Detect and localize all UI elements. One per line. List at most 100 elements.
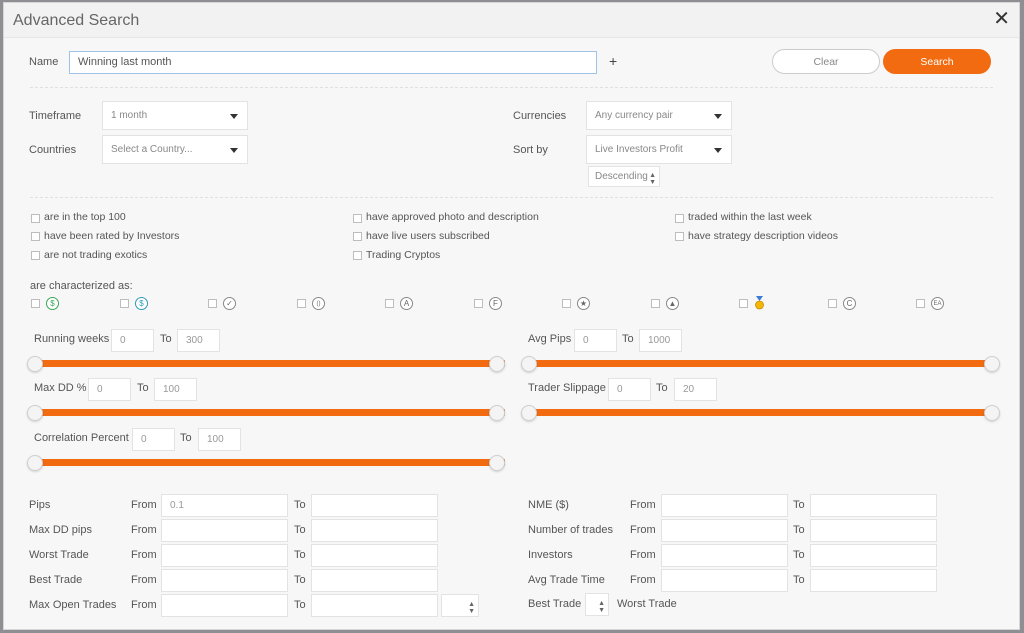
characterized-checkbox[interactable] — [916, 299, 925, 308]
trader-slippage-max-handle[interactable] — [984, 405, 1000, 421]
trader-slippage-min-handle[interactable] — [521, 405, 537, 421]
best-trade-to-input[interactable] — [311, 569, 438, 592]
max-dd-max-handle[interactable] — [489, 405, 505, 421]
nme-to-input[interactable] — [810, 494, 937, 517]
pips-to-input[interactable] — [311, 494, 438, 517]
max-open-trades-to-input[interactable] — [311, 594, 438, 617]
currencies-select[interactable]: Any currency pair — [586, 101, 732, 130]
characterized-checkbox[interactable] — [31, 299, 40, 308]
letter-a-badge-icon: A — [400, 297, 413, 310]
max-dd-pips-from-input[interactable] — [161, 519, 288, 542]
sort-order-select[interactable]: Descending ▲ ▼ — [588, 166, 660, 187]
currencies-label: Currencies — [513, 110, 567, 122]
spinner-icon: ▲ ▼ — [598, 600, 605, 614]
checkbox-top-100[interactable] — [31, 214, 40, 223]
characterized-checkbox[interactable] — [828, 299, 837, 308]
characterized-checkbox[interactable] — [474, 299, 483, 308]
nme-label: NME ($) — [528, 499, 569, 511]
to-label: To — [137, 382, 149, 394]
investors-from-input[interactable] — [661, 544, 788, 567]
checkbox-trading-cryptos[interactable] — [353, 251, 362, 260]
number-of-trades-to-input[interactable] — [810, 519, 937, 542]
correlation-to[interactable]: 100 — [198, 428, 241, 451]
correlation-from[interactable]: 0 — [132, 428, 175, 451]
max-dd-min-handle[interactable] — [27, 405, 43, 421]
correlation-max-handle[interactable] — [489, 455, 505, 471]
timeframe-select[interactable]: 1 month — [102, 101, 248, 130]
from-label: From — [630, 549, 656, 561]
to-label: To — [793, 524, 805, 536]
nme-from-input[interactable] — [661, 494, 788, 517]
worst-trade-to-input[interactable] — [311, 544, 438, 567]
dollar-blue-icon: $ — [135, 297, 148, 310]
avg-pips-to[interactable]: 1000 — [639, 329, 682, 352]
trader-slippage-from[interactable]: 0 — [608, 378, 651, 401]
to-label: To — [294, 574, 306, 586]
pips-from-input[interactable]: 0.1 — [161, 494, 288, 517]
best-trade-from-input[interactable] — [161, 569, 288, 592]
max-dd-pips-to-input[interactable] — [311, 519, 438, 542]
max-open-trades-label: Max Open Trades — [29, 599, 117, 611]
sortby-value: Live Investors Profit — [595, 144, 683, 155]
checkbox-rated-by-investors[interactable] — [31, 232, 40, 241]
avg-trade-time-to-input[interactable] — [810, 569, 937, 592]
trader-slippage-to[interactable]: 20 — [674, 378, 717, 401]
from-label: From — [131, 599, 157, 611]
countries-value: Select a Country... — [111, 144, 193, 155]
max-open-trades-from-input[interactable] — [161, 594, 288, 617]
characterized-checkbox[interactable] — [208, 299, 217, 308]
avg-pips-from[interactable]: 0 — [574, 329, 617, 352]
number-of-trades-from-input[interactable] — [661, 519, 788, 542]
investors-to-input[interactable] — [810, 544, 937, 567]
clear-button[interactable]: Clear — [772, 49, 880, 74]
avg-trade-time-from-input[interactable] — [661, 569, 788, 592]
running-weeks-max-handle[interactable] — [489, 356, 505, 372]
investors-label: Investors — [528, 549, 573, 561]
ea-badge-icon: EA — [931, 297, 944, 310]
max-dd-to[interactable]: 100 — [154, 378, 197, 401]
avg-pips-min-handle[interactable] — [521, 356, 537, 372]
checkbox-label: traded within the last week — [688, 211, 812, 223]
characterized-checkbox[interactable] — [562, 299, 571, 308]
close-icon[interactable]: ✕ — [993, 9, 1010, 29]
avg-pips-max-handle[interactable] — [984, 356, 1000, 372]
checkbox-approved-photo[interactable] — [353, 214, 362, 223]
pips-label: Pips — [29, 499, 51, 511]
countries-label: Countries — [29, 144, 77, 156]
running-weeks-to[interactable]: 300 — [177, 329, 220, 352]
search-button[interactable]: Search — [883, 49, 991, 74]
running-weeks-label: Running weeks — [34, 333, 110, 345]
dialog-titlebar: Advanced Search ✕ — [4, 3, 1019, 38]
letter-c-badge-icon: C — [843, 297, 856, 310]
from-label: From — [630, 524, 656, 536]
to-label: To — [793, 574, 805, 586]
chevron-down-icon — [714, 114, 722, 119]
worst-trade-from-input[interactable] — [161, 544, 288, 567]
running-weeks-track — [35, 360, 505, 367]
characterized-checkbox[interactable] — [120, 299, 129, 308]
max-open-trades-select[interactable]: ▲ ▼ — [441, 594, 479, 617]
sortby-select[interactable]: Live Investors Profit — [586, 135, 732, 164]
checkbox-live-users[interactable] — [353, 232, 362, 241]
characterized-checkbox[interactable] — [651, 299, 660, 308]
checkbox-not-trading-exotics[interactable] — [31, 251, 40, 260]
characterized-checkbox[interactable] — [385, 299, 394, 308]
trade-comparator-select[interactable]: ▲ ▼ — [585, 593, 609, 616]
running-weeks-from[interactable]: 0 — [111, 329, 154, 352]
checkbox-label: have live users subscribed — [366, 230, 490, 242]
from-label: From — [131, 499, 157, 511]
characterized-checkbox[interactable] — [297, 299, 306, 308]
checkbox-traded-last-week[interactable] — [675, 214, 684, 223]
max-dd-from[interactable]: 0 — [88, 378, 131, 401]
name-input[interactable]: Winning last month — [69, 51, 597, 74]
characterized-checkbox[interactable] — [739, 299, 748, 308]
max-dd-pips-label: Max DD pips — [29, 524, 92, 536]
star-badge-icon: ★ — [577, 297, 590, 310]
add-icon[interactable]: + — [609, 53, 617, 69]
correlation-track — [35, 459, 505, 466]
checkbox-strategy-videos[interactable] — [675, 232, 684, 241]
correlation-min-handle[interactable] — [27, 455, 43, 471]
best-trade-label: Best Trade — [29, 574, 83, 586]
countries-select[interactable]: Select a Country... — [102, 135, 248, 164]
running-weeks-min-handle[interactable] — [27, 356, 43, 372]
